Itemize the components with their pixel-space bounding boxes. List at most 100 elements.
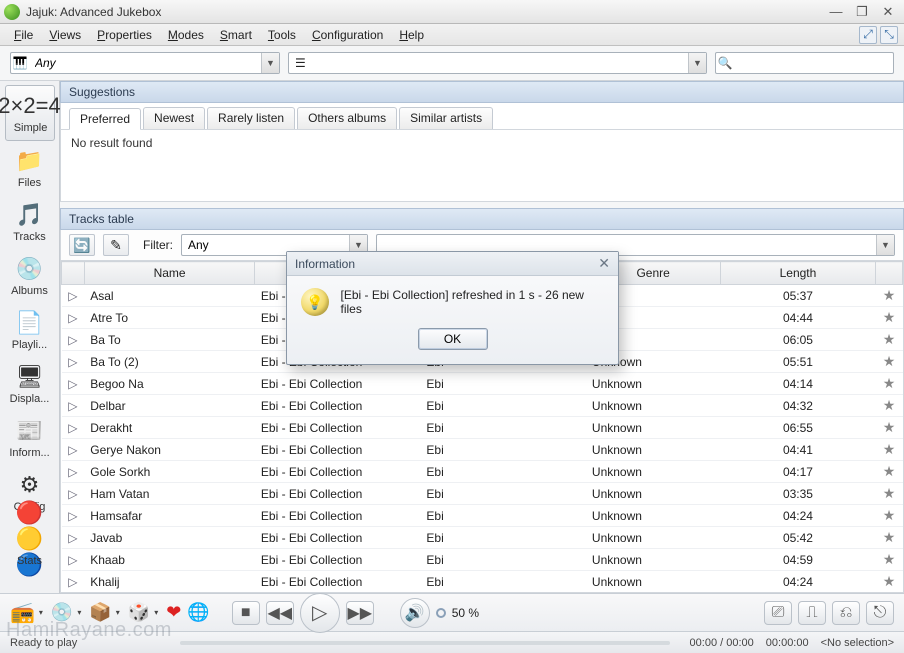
star-icon[interactable]: ★: [876, 439, 903, 461]
mute-button[interactable]: 🔊: [400, 598, 430, 628]
dropdown-icon[interactable]: ▾: [116, 608, 120, 617]
play-icon[interactable]: ▷: [62, 483, 85, 505]
stop-button[interactable]: ■: [232, 601, 260, 625]
close-button[interactable]: ✕: [876, 3, 900, 21]
play-icon[interactable]: ▷: [62, 307, 85, 329]
play-icon[interactable]: ▷: [62, 461, 85, 483]
shuffle-button[interactable]: 🎲: [128, 602, 150, 623]
table-row[interactable]: ▷ Derakht Ebi - Ebi Collection Ebi Unkno…: [62, 417, 903, 439]
refresh-button[interactable]: 🔄: [69, 234, 95, 256]
star-icon[interactable]: ★: [876, 285, 903, 307]
favorite-button[interactable]: ❤: [166, 602, 181, 623]
star-icon[interactable]: ★: [876, 571, 903, 593]
minimize-button[interactable]: —: [824, 3, 848, 21]
star-icon[interactable]: ★: [876, 549, 903, 571]
play-icon[interactable]: ▷: [62, 395, 85, 417]
table-row[interactable]: ▷ Khalij Ebi - Ebi Collection Ebi Unknow…: [62, 571, 903, 593]
col-length[interactable]: Length: [720, 262, 875, 285]
play-icon[interactable]: ▷: [62, 549, 85, 571]
play-icon[interactable]: ▷: [62, 527, 85, 549]
chevron-down-icon[interactable]: ▼: [688, 53, 706, 73]
play-icon[interactable]: ▷: [62, 351, 85, 373]
menu-properties[interactable]: Properties: [89, 26, 160, 44]
dropdown-icon[interactable]: ▾: [154, 608, 158, 617]
sidebar-item-tracks[interactable]: 🎵Tracks: [5, 195, 55, 249]
sidebar-item-simple[interactable]: 2×2=4Simple: [5, 85, 55, 141]
table-row[interactable]: ▷ Hamsafar Ebi - Ebi Collection Ebi Unkn…: [62, 505, 903, 527]
play-icon[interactable]: ▷: [62, 285, 85, 307]
sidebar-item-playlists[interactable]: 📄Playli...: [5, 303, 55, 357]
star-icon[interactable]: ★: [876, 527, 903, 549]
tab-others-albums[interactable]: Others albums: [297, 107, 397, 129]
search-input[interactable]: [734, 55, 893, 71]
table-row[interactable]: ▷ Begoo Na Ebi - Ebi Collection Ebi Unkn…: [62, 373, 903, 395]
combo-center[interactable]: ☰ ▼: [288, 52, 707, 74]
menu-tools[interactable]: Tools: [260, 26, 304, 44]
star-icon[interactable]: ★: [876, 505, 903, 527]
col-star[interactable]: [876, 262, 903, 285]
table-row[interactable]: ▷ Gerye Nakon Ebi - Ebi Collection Ebi U…: [62, 439, 903, 461]
play-icon[interactable]: ▷: [62, 373, 85, 395]
play-icon[interactable]: ▷: [62, 571, 85, 593]
web-radio-button[interactable]: 🌐: [187, 602, 209, 623]
progress-slider[interactable]: [180, 641, 670, 645]
volume-knob[interactable]: [436, 608, 446, 618]
chevron-down-icon[interactable]: ▼: [876, 235, 894, 255]
star-icon[interactable]: ★: [876, 461, 903, 483]
dj-button[interactable]: 💿: [51, 602, 73, 623]
menu-modes[interactable]: Modes: [160, 26, 212, 44]
tab-newest[interactable]: Newest: [143, 107, 205, 129]
previous-button[interactable]: ◀◀: [266, 601, 294, 625]
restore-layout-button[interactable]: ⤢: [859, 26, 877, 44]
table-row[interactable]: ▷ Khaab Ebi - Ebi Collection Ebi Unknown…: [62, 549, 903, 571]
play-icon[interactable]: ▷: [62, 417, 85, 439]
dropdown-icon[interactable]: ▾: [39, 608, 43, 617]
table-row[interactable]: ▷ Ham Vatan Ebi - Ebi Collection Ebi Unk…: [62, 483, 903, 505]
search-box[interactable]: 🔍: [715, 52, 894, 74]
mode-button-2[interactable]: ⎍: [798, 601, 826, 625]
play-button[interactable]: ▷: [300, 593, 340, 633]
sidebar-item-display[interactable]: 🖥Displa...: [5, 357, 55, 411]
col-name[interactable]: Name: [84, 262, 255, 285]
novelties-button[interactable]: 📦: [89, 602, 111, 623]
combo-center-input[interactable]: [306, 53, 688, 73]
combo-left-input[interactable]: [29, 53, 261, 73]
play-icon[interactable]: ▷: [62, 439, 85, 461]
menu-configuration[interactable]: Configuration: [304, 26, 391, 44]
menu-help[interactable]: Help: [391, 26, 432, 44]
dropdown-icon[interactable]: ▾: [77, 608, 81, 617]
table-row[interactable]: ▷ Gole Sorkh Ebi - Ebi Collection Ebi Un…: [62, 461, 903, 483]
star-icon[interactable]: ★: [876, 483, 903, 505]
table-row[interactable]: ▷ Javab Ebi - Ebi Collection Ebi Unknown…: [62, 527, 903, 549]
fullscreen-button[interactable]: ⤡: [880, 26, 898, 44]
menu-file[interactable]: File: [6, 26, 41, 44]
mode-button-4[interactable]: ⎋: [866, 601, 894, 625]
mode-button-1[interactable]: ⎚: [764, 601, 792, 625]
menu-smart[interactable]: Smart: [212, 26, 260, 44]
star-icon[interactable]: ★: [876, 373, 903, 395]
maximize-button[interactable]: ❐: [850, 3, 874, 21]
table-row[interactable]: ▷ Delbar Ebi - Ebi Collection Ebi Unknow…: [62, 395, 903, 417]
combo-left[interactable]: 🎹 ▼: [10, 52, 280, 74]
col-play[interactable]: [62, 262, 85, 285]
edit-button[interactable]: ✎: [103, 234, 129, 256]
tab-rarely-listen[interactable]: Rarely listen: [207, 107, 295, 129]
ok-button[interactable]: OK: [418, 328, 488, 350]
ambience-button[interactable]: 📻: [10, 600, 35, 625]
star-icon[interactable]: ★: [876, 395, 903, 417]
menu-views[interactable]: Views: [41, 26, 89, 44]
star-icon[interactable]: ★: [876, 307, 903, 329]
sidebar-item-stats[interactable]: 🔴🟡🔵Stats: [5, 519, 55, 573]
mode-button-3[interactable]: ⎌: [832, 601, 860, 625]
sidebar-item-information[interactable]: 📰Inform...: [5, 411, 55, 465]
chevron-down-icon[interactable]: ▼: [261, 53, 279, 73]
play-icon[interactable]: ▷: [62, 329, 85, 351]
sidebar-item-albums[interactable]: 💿Albums: [5, 249, 55, 303]
dialog-titlebar[interactable]: Information ✕: [287, 252, 618, 276]
tab-preferred[interactable]: Preferred: [69, 108, 141, 130]
star-icon[interactable]: ★: [876, 351, 903, 373]
next-button[interactable]: ▶▶: [346, 601, 374, 625]
star-icon[interactable]: ★: [876, 417, 903, 439]
close-icon[interactable]: ✕: [598, 255, 610, 272]
tab-similar-artists[interactable]: Similar artists: [399, 107, 493, 129]
